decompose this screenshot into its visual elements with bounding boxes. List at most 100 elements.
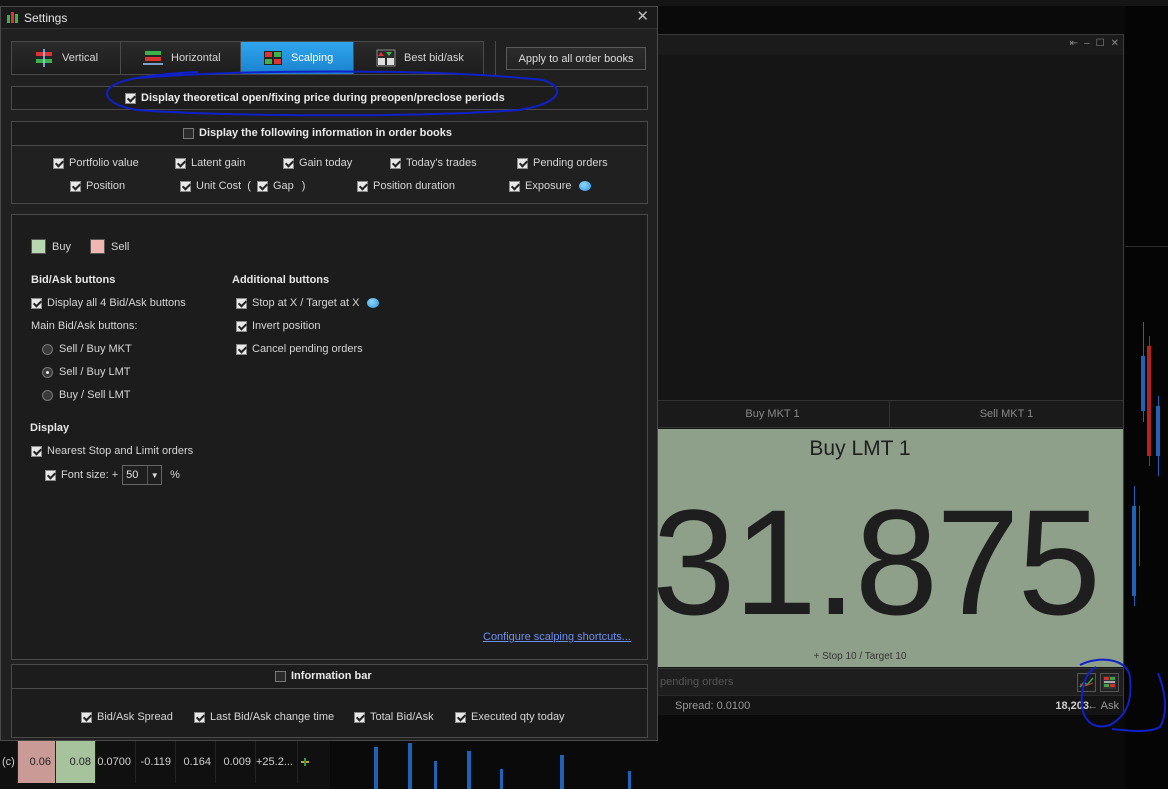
checkbox[interactable]: [283, 157, 294, 169]
minimize-icon[interactable]: –: [1084, 38, 1090, 49]
checkbox[interactable]: [70, 180, 81, 192]
checkbox[interactable]: [236, 343, 247, 355]
order-grid-icon[interactable]: [1100, 673, 1119, 692]
theoretical-price-checkbox[interactable]: [125, 92, 136, 104]
radio[interactable]: [42, 366, 53, 378]
option-pending-orders[interactable]: Pending orders: [517, 157, 608, 169]
tab-vertical-label: Vertical: [62, 52, 99, 64]
option-font-size[interactable]: Font size: + 50 ▼ %: [45, 465, 180, 485]
table-cell: 0.009: [216, 741, 256, 783]
checkbox[interactable]: [455, 711, 466, 723]
option-display-all-bid-ask[interactable]: Display all 4 Bid/Ask buttons: [31, 297, 186, 309]
settings-title: Settings: [24, 11, 68, 25]
checkbox[interactable]: [45, 469, 56, 481]
chevron-down-icon[interactable]: ▼: [147, 466, 161, 484]
close-icon[interactable]: ✕: [1111, 38, 1119, 49]
radio-buy-sell-lmt[interactable]: Buy / Sell LMT: [42, 389, 131, 401]
option-todays-trades[interactable]: Today's trades: [390, 157, 477, 169]
horizontal-layout-icon: [143, 51, 163, 65]
information-bar-label: Information bar: [291, 670, 372, 682]
option-portfolio-value[interactable]: Portfolio value: [53, 157, 139, 169]
info-display-option[interactable]: Display the following information in ord…: [183, 127, 452, 139]
tab-best-bid-ask[interactable]: Best bid/ask: [354, 41, 484, 75]
chart-icon[interactable]: [1077, 673, 1096, 692]
option-total-bid-ask[interactable]: Total Bid/Ask: [354, 711, 434, 723]
option-bid-ask-spread[interactable]: Bid/Ask Spread: [81, 711, 173, 723]
option-executed-qty[interactable]: Executed qty today: [455, 711, 565, 723]
checkbox[interactable]: [31, 445, 42, 457]
option-latent-gain[interactable]: Latent gain: [175, 157, 245, 169]
sell-color-swatch[interactable]: [90, 239, 105, 254]
checkbox[interactable]: [354, 711, 365, 723]
checkbox[interactable]: [53, 157, 64, 169]
close-icon[interactable]: ✕: [636, 9, 649, 25]
option-gap[interactable]: Gap): [257, 180, 305, 192]
info-options: Portfolio value Latent gain Gain today T…: [12, 146, 647, 203]
buy-color-option[interactable]: Buy: [31, 239, 71, 254]
pin-icon[interactable]: ⇤: [1070, 38, 1078, 49]
table-cell: 0.0700: [96, 741, 136, 783]
option-label: Position: [86, 180, 126, 192]
info-bubble-icon[interactable]: [579, 181, 592, 191]
option-exposure[interactable]: Exposure: [509, 180, 592, 192]
tab-separator: [495, 41, 496, 75]
checkbox[interactable]: [390, 157, 401, 169]
checkbox[interactable]: [257, 180, 268, 192]
option-label: Font size: +: [61, 469, 119, 481]
buy-lmt-button[interactable]: Buy LMT 1 31.875 + Stop 10 / Target 10: [656, 429, 1123, 667]
info-section-header: Display the following information in ord…: [12, 122, 647, 146]
option-stop-target[interactable]: Stop at X / Target at X: [236, 297, 380, 309]
checkbox[interactable]: [31, 297, 42, 309]
app-logo-icon: [7, 12, 18, 23]
sell-color-option[interactable]: Sell: [90, 239, 129, 254]
checkbox[interactable]: [236, 297, 247, 309]
maximize-icon[interactable]: ☐: [1096, 38, 1105, 49]
spread-value: Spread: 0.0100: [675, 700, 751, 712]
positions-table-row[interactable]: (c) 0.06 0.08 0.0700 -0.119 0.164 0.009 …: [0, 741, 330, 789]
option-invert-position[interactable]: Invert position: [236, 320, 320, 332]
option-cancel-pending[interactable]: Cancel pending orders: [236, 343, 363, 355]
apply-to-all-button[interactable]: Apply to all order books: [506, 47, 646, 70]
info-display-checkbox[interactable]: [183, 127, 194, 139]
theoretical-price-option[interactable]: Display theoretical open/fixing price du…: [125, 92, 505, 104]
information-bar-option[interactable]: Information bar: [275, 670, 372, 682]
checkbox[interactable]: [81, 711, 92, 723]
buy-color-label: Buy: [52, 240, 71, 253]
checkbox[interactable]: [175, 157, 186, 169]
option-label: Unit Cost: [196, 180, 242, 192]
background-chart: [1125, 6, 1168, 789]
info-bubble-icon[interactable]: [367, 298, 380, 308]
radio-sell-buy-mkt[interactable]: Sell / Buy MKT: [42, 343, 132, 355]
radio-sell-buy-lmt[interactable]: Sell / Buy LMT: [42, 366, 131, 378]
settings-titlebar[interactable]: Settings ✕: [1, 7, 657, 29]
option-label: Today's trades: [406, 157, 477, 169]
order-book-window: ⇤ – ☐ ✕ Buy MKT 1 Sell MKT 1 Buy LMT 1 3…: [655, 34, 1124, 715]
buy-color-swatch[interactable]: [31, 239, 46, 254]
tab-horizontal[interactable]: Horizontal: [121, 41, 241, 75]
checkbox[interactable]: [194, 711, 205, 723]
table-cell: -0.119: [136, 741, 176, 783]
option-last-change-time[interactable]: Last Bid/Ask change time: [194, 711, 334, 723]
tab-vertical[interactable]: Vertical: [11, 41, 121, 75]
option-position[interactable]: Position: [70, 180, 125, 192]
font-size-select[interactable]: 50 ▼: [122, 465, 163, 485]
option-nearest-orders[interactable]: Nearest Stop and Limit orders: [31, 445, 193, 457]
configure-shortcuts-link[interactable]: Configure scalping shortcuts...: [483, 631, 631, 643]
checkbox[interactable]: [180, 180, 191, 192]
option-unit-cost[interactable]: Unit Cost (: [180, 180, 251, 192]
information-bar-checkbox[interactable]: [275, 670, 286, 682]
radio[interactable]: [42, 343, 53, 355]
tab-scalping[interactable]: Scalping: [241, 41, 354, 75]
radio[interactable]: [42, 389, 53, 401]
buy-mkt-button[interactable]: Buy MKT 1: [656, 401, 889, 427]
checkbox[interactable]: [236, 320, 247, 332]
checkbox[interactable]: [357, 180, 368, 192]
sell-mkt-button[interactable]: Sell MKT 1: [889, 401, 1123, 427]
information-bar-header: Information bar: [12, 665, 647, 689]
option-label: Total Bid/Ask: [370, 711, 434, 723]
option-label: Position duration: [373, 180, 455, 192]
option-gain-today[interactable]: Gain today: [283, 157, 352, 169]
option-position-duration[interactable]: Position duration: [357, 180, 455, 192]
checkbox[interactable]: [517, 157, 528, 169]
checkbox[interactable]: [509, 180, 520, 192]
